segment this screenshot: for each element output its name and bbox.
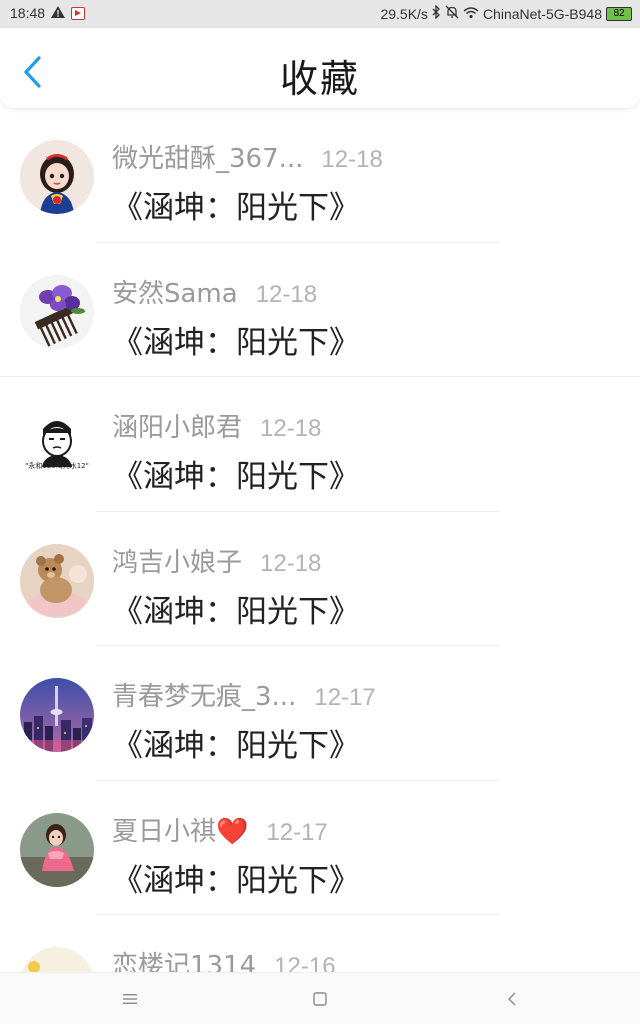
avatar[interactable] <box>20 274 94 349</box>
username[interactable]: 青春梦无痕_3... <box>112 676 296 713</box>
username[interactable]: 涵阳小郎君 <box>112 407 242 444</box>
avatar[interactable]: "永和120喝死水12" <box>20 409 94 483</box>
date: 12-18 <box>260 415 322 442</box>
favorite-item[interactable]: 微光甜酥_367... 12-18 《涵坤：阳光下》 <box>0 108 640 243</box>
avatar[interactable] <box>20 947 94 972</box>
favorite-item[interactable]: 夏日小祺❤️ 12-17 《涵坤：阳光下》 <box>0 781 640 915</box>
avatar[interactable] <box>20 678 94 752</box>
wifi-icon <box>463 6 479 22</box>
header: 收藏 <box>0 28 640 108</box>
avatar[interactable] <box>20 140 94 214</box>
snow-white-avatar-image <box>20 140 94 214</box>
item-meta: 恋楼记1314 12-16 <box>112 945 336 972</box>
favorite-content[interactable]: 《涵坤：阳光下》 <box>112 586 360 631</box>
date: 12-18 <box>255 280 318 308</box>
city-night-avatar-image <box>20 678 94 752</box>
battery-indicator: 82 <box>606 6 632 21</box>
username[interactable]: 微光甜酥_367... <box>112 138 303 175</box>
home-button[interactable] <box>305 985 335 1013</box>
system-nav-bar <box>0 972 640 1024</box>
date: 12-18 <box>321 146 383 173</box>
back-nav-button[interactable] <box>497 985 527 1013</box>
favorite-content[interactable]: 《涵坤：阳光下》 <box>112 182 360 227</box>
username[interactable]: 恋楼记1314 <box>112 945 256 972</box>
status-time: 18:48 <box>10 5 46 21</box>
status-right: 29.5K/s ChinaNet-5G-B948 82 <box>380 4 632 22</box>
mute-bell-icon <box>445 5 459 22</box>
yellow-partial-avatar-image <box>20 947 94 972</box>
item-meta: 涵阳小郎君 12-18 <box>112 407 321 444</box>
favorite-item[interactable]: 安然Sama 12-18 《涵坤：阳光下》 <box>0 243 640 377</box>
username[interactable]: 安然Sama <box>112 273 238 310</box>
favorite-content[interactable]: 《涵坤：阳光下》 <box>112 451 360 496</box>
favorites-list: 微光甜酥_367... 12-18 《涵坤：阳光下》 安然Sama 12-18 … <box>0 108 640 972</box>
girl-pink-dress-avatar-image <box>20 812 94 887</box>
teddy-bear-avatar-image <box>20 543 94 618</box>
video-notification-icon <box>71 6 86 20</box>
menu-button[interactable] <box>115 985 145 1013</box>
avatar[interactable] <box>20 543 94 618</box>
favorite-item[interactable]: 恋楼记1314 12-16 <box>0 915 640 972</box>
username[interactable]: 鸿吉小娘子 <box>112 542 242 579</box>
date: 12-16 <box>274 953 336 972</box>
favorite-item[interactable]: 鸿吉小娘子 12-18 《涵坤：阳光下》 <box>0 512 640 646</box>
favorite-item[interactable]: "永和120喝死水12" 涵阳小郎君 12-18 《涵坤：阳光下》 <box>0 377 640 512</box>
date: 12-17 <box>266 818 328 846</box>
avatar[interactable] <box>20 812 94 887</box>
favorite-content[interactable]: 《涵坤：阳光下》 <box>112 720 360 765</box>
page-title: 收藏 <box>279 57 360 101</box>
item-meta: 青春梦无痕_3... 12-17 <box>112 676 376 713</box>
item-meta: 鸿吉小娘子 12-18 <box>112 542 321 579</box>
network-speed: 29.5K/s <box>380 5 428 22</box>
item-meta: 安然Sama 12-18 <box>112 273 317 310</box>
username[interactable]: 夏日小祺❤️ <box>112 811 248 848</box>
bluetooth-icon <box>432 4 441 22</box>
menu-icon <box>123 994 137 1004</box>
back-triangle-icon <box>508 992 516 1006</box>
item-meta: 夏日小祺❤️ 12-17 <box>112 811 328 848</box>
favorite-item[interactable]: 青春梦无痕_3... 12-17 《涵坤：阳光下》 <box>0 646 640 781</box>
status-left: 18:48 <box>10 5 86 21</box>
network-name: ChinaNet-5G-B948 <box>482 5 602 22</box>
flower-hairpin-avatar-image <box>20 274 94 349</box>
date: 12-17 <box>314 684 376 711</box>
warning-icon <box>51 5 66 21</box>
app-screen: 18:48 29.5K/s ChinaNet-5G-B948 82 收藏 微光甜… <box>0 0 640 1024</box>
item-meta: 微光甜酥_367... 12-18 <box>112 138 383 175</box>
status-bar: 18:48 29.5K/s ChinaNet-5G-B948 82 <box>0 0 640 28</box>
cartoon-man-avatar-image <box>20 409 94 483</box>
home-square-icon <box>313 992 327 1006</box>
favorite-content[interactable]: 《涵坤：阳光下》 <box>112 317 360 362</box>
avatar-caption: "永和120喝死水12" <box>25 462 89 470</box>
favorite-content[interactable]: 《涵坤：阳光下》 <box>112 855 360 900</box>
date: 12-18 <box>260 549 322 577</box>
